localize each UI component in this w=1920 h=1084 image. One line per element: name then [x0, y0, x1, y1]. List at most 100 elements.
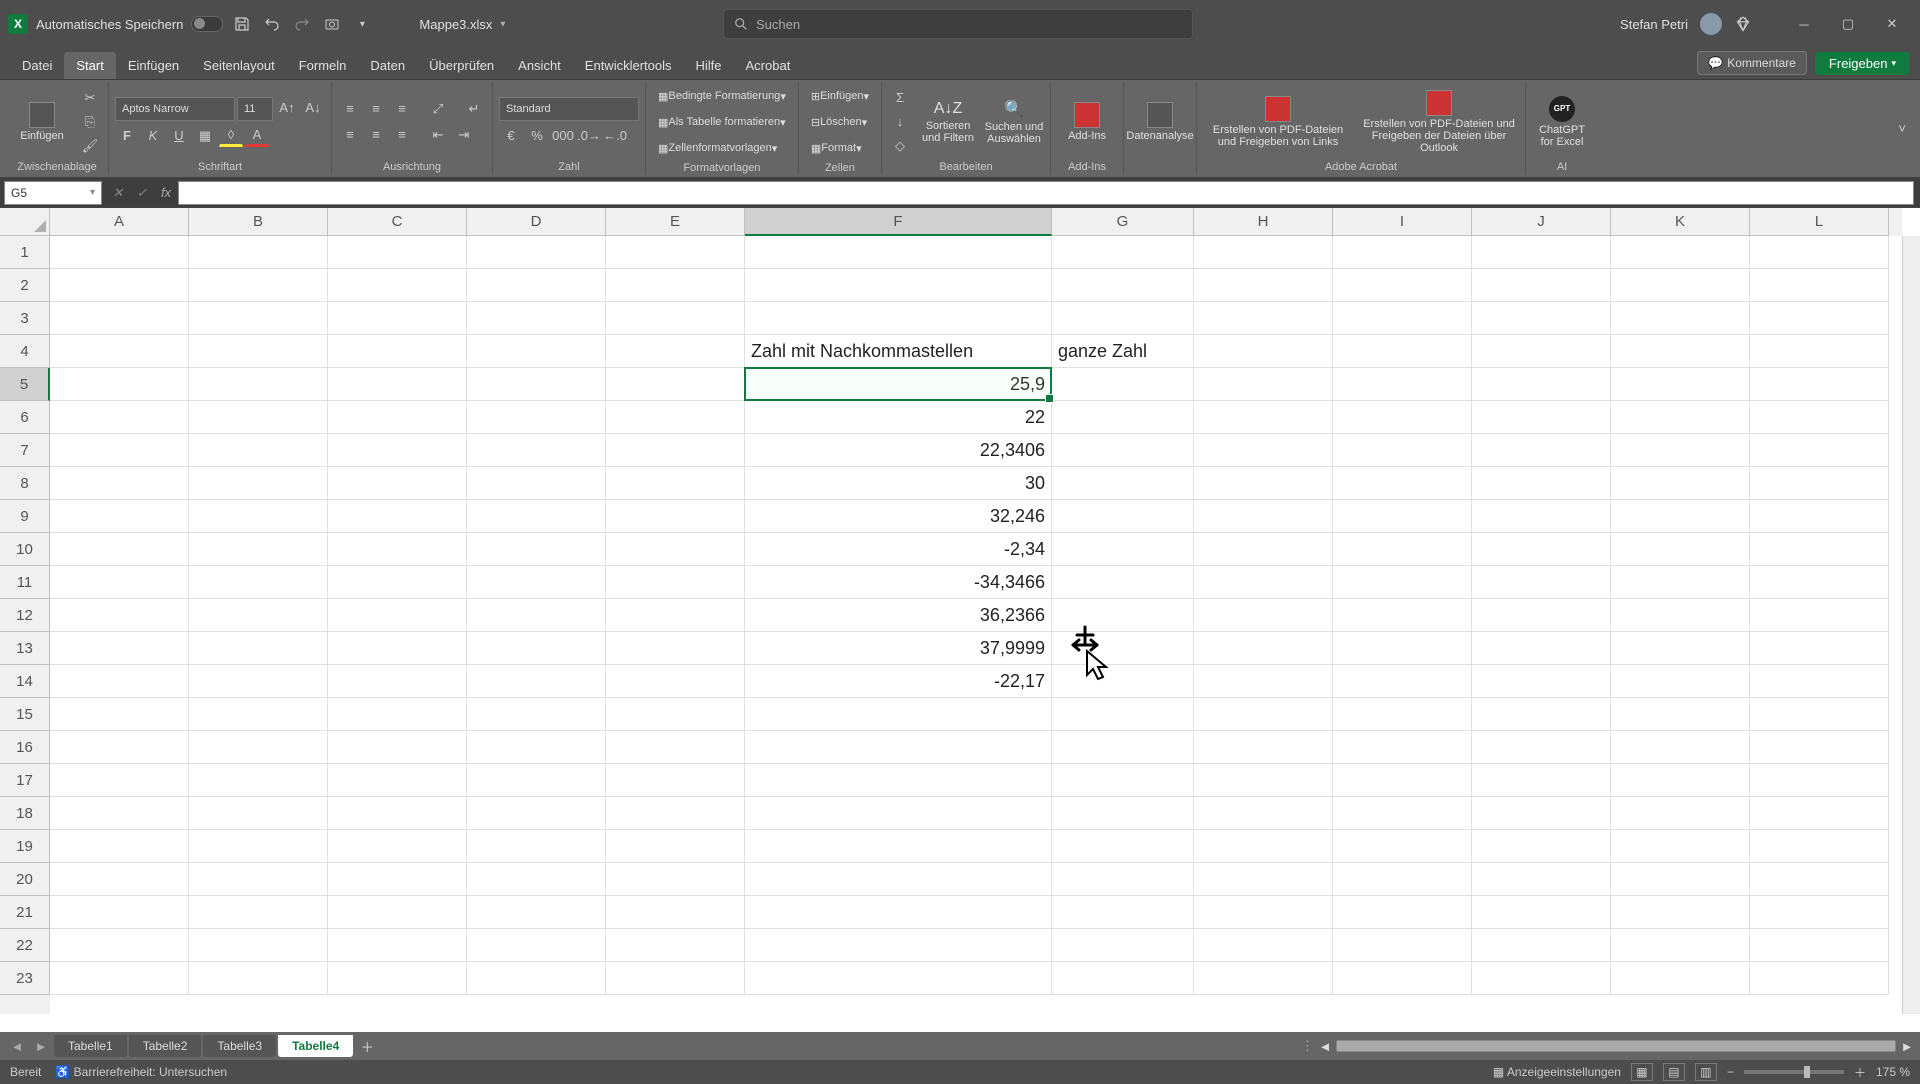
cell-F15[interactable]	[745, 698, 1052, 731]
cell-B7[interactable]	[189, 434, 328, 467]
col-header-J[interactable]: J	[1472, 208, 1611, 236]
vertical-scrollbar[interactable]	[1902, 236, 1920, 1014]
clear-icon[interactable]: ◇	[888, 135, 912, 157]
row-headers[interactable]: 1234567891011121314151617181920212223	[0, 236, 50, 1014]
cell-J22[interactable]	[1472, 929, 1611, 962]
cell-J5[interactable]	[1472, 368, 1611, 401]
decrease-font-icon[interactable]: A↓	[301, 97, 325, 119]
cell-D17[interactable]	[467, 764, 606, 797]
row-header-5[interactable]: 5	[0, 368, 50, 401]
cell-D3[interactable]	[467, 302, 606, 335]
cell-J3[interactable]	[1472, 302, 1611, 335]
menu-datei[interactable]: Datei	[10, 52, 64, 79]
cell-F10[interactable]: -2,34	[745, 533, 1052, 566]
cell-L10[interactable]	[1750, 533, 1889, 566]
cell-K1[interactable]	[1611, 236, 1750, 269]
cell-J20[interactable]	[1472, 863, 1611, 896]
cell-C10[interactable]	[328, 533, 467, 566]
cell-E5[interactable]	[606, 368, 745, 401]
cell-K19[interactable]	[1611, 830, 1750, 863]
menu-start[interactable]: Start	[64, 52, 115, 79]
cell-F16[interactable]	[745, 731, 1052, 764]
cell-G23[interactable]	[1052, 962, 1194, 995]
cell-H9[interactable]	[1194, 500, 1333, 533]
orientation-icon[interactable]: ⤢	[426, 98, 450, 120]
col-header-E[interactable]: E	[606, 208, 745, 236]
cell-C6[interactable]	[328, 401, 467, 434]
cell-I19[interactable]	[1333, 830, 1472, 863]
cell-A12[interactable]	[50, 599, 189, 632]
fx-icon[interactable]: fx	[154, 185, 178, 200]
cell-F6[interactable]: 22	[745, 401, 1052, 434]
cell-A14[interactable]	[50, 665, 189, 698]
pdf-outlook-button[interactable]: Erstellen von PDF-Dateien und Freigeben …	[1359, 86, 1519, 158]
increase-font-icon[interactable]: A↑	[275, 97, 299, 119]
cell-K12[interactable]	[1611, 599, 1750, 632]
col-header-D[interactable]: D	[467, 208, 606, 236]
cell-A13[interactable]	[50, 632, 189, 665]
cell-K21[interactable]	[1611, 896, 1750, 929]
cell-F17[interactable]	[745, 764, 1052, 797]
cell-A16[interactable]	[50, 731, 189, 764]
cell-C14[interactable]	[328, 665, 467, 698]
cell-A15[interactable]	[50, 698, 189, 731]
cell-I18[interactable]	[1333, 797, 1472, 830]
cell-E9[interactable]	[606, 500, 745, 533]
cell-E7[interactable]	[606, 434, 745, 467]
indent-decrease-icon[interactable]: ⇤	[426, 124, 450, 146]
cell-I13[interactable]	[1333, 632, 1472, 665]
cell-D10[interactable]	[467, 533, 606, 566]
cell-F12[interactable]: 36,2366	[745, 599, 1052, 632]
bold-button[interactable]: F	[115, 125, 139, 147]
cell-L14[interactable]	[1750, 665, 1889, 698]
cell-F11[interactable]: -34,3466	[745, 566, 1052, 599]
cell-B6[interactable]	[189, 401, 328, 434]
cell-F8[interactable]: 30	[745, 467, 1052, 500]
cell-H5[interactable]	[1194, 368, 1333, 401]
cell-K2[interactable]	[1611, 269, 1750, 302]
cell-G2[interactable]	[1052, 269, 1194, 302]
col-header-L[interactable]: L	[1750, 208, 1889, 236]
cell-I20[interactable]	[1333, 863, 1472, 896]
cell-H18[interactable]	[1194, 797, 1333, 830]
format-as-table-button[interactable]: ▦ Als Tabelle formatieren ▾	[652, 110, 792, 134]
cell-E20[interactable]	[606, 863, 745, 896]
menu-entwicklertools[interactable]: Entwicklertools	[573, 52, 684, 79]
cell-G4[interactable]: ganze Zahl	[1052, 335, 1194, 368]
name-box[interactable]: G5▾	[4, 181, 102, 205]
cell-E19[interactable]	[606, 830, 745, 863]
select-all-corner[interactable]	[0, 208, 50, 236]
add-sheet-button[interactable]: ＋	[355, 1034, 379, 1058]
cell-K18[interactable]	[1611, 797, 1750, 830]
cell-I11[interactable]	[1333, 566, 1472, 599]
row-header-6[interactable]: 6	[0, 401, 50, 434]
align-left-icon[interactable]: ≡	[338, 124, 362, 146]
column-headers[interactable]: ABCDEFGHIJKL	[50, 208, 1902, 236]
wrap-text-icon[interactable]: ↵	[462, 98, 486, 120]
row-header-1[interactable]: 1	[0, 236, 50, 269]
cell-J19[interactable]	[1472, 830, 1611, 863]
cell-L16[interactable]	[1750, 731, 1889, 764]
font-name-select[interactable]: Aptos Narrow	[115, 97, 235, 121]
cell-A1[interactable]	[50, 236, 189, 269]
cell-C13[interactable]	[328, 632, 467, 665]
cell-B20[interactable]	[189, 863, 328, 896]
font-size-select[interactable]: 11	[237, 97, 273, 121]
maximize-button[interactable]: ▢	[1828, 9, 1868, 39]
row-header-22[interactable]: 22	[0, 929, 50, 962]
cell-D15[interactable]	[467, 698, 606, 731]
cell-J13[interactable]	[1472, 632, 1611, 665]
cell-K9[interactable]	[1611, 500, 1750, 533]
cell-D11[interactable]	[467, 566, 606, 599]
cell-G5[interactable]	[1052, 368, 1194, 401]
cell-B16[interactable]	[189, 731, 328, 764]
cell-B14[interactable]	[189, 665, 328, 698]
row-header-2[interactable]: 2	[0, 269, 50, 302]
cell-B2[interactable]	[189, 269, 328, 302]
italic-button[interactable]: K	[141, 125, 165, 147]
addins-button[interactable]: Add-Ins	[1057, 86, 1117, 158]
cell-D23[interactable]	[467, 962, 606, 995]
cell-K22[interactable]	[1611, 929, 1750, 962]
share-button[interactable]: Freigeben ▾	[1815, 52, 1910, 75]
cell-A9[interactable]	[50, 500, 189, 533]
